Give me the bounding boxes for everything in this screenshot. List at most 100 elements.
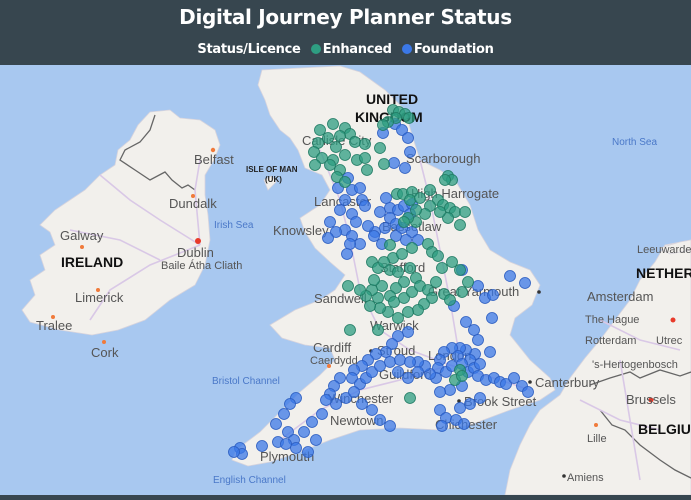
foundation-point[interactable] — [374, 206, 386, 218]
foundation-point[interactable] — [334, 204, 346, 216]
enhanced-point[interactable] — [342, 280, 354, 292]
enhanced-point[interactable] — [327, 118, 339, 130]
enhanced-point[interactable] — [444, 294, 456, 306]
enhanced-point[interactable] — [368, 274, 380, 286]
foundation-point[interactable] — [354, 238, 366, 250]
foundation-point[interactable] — [402, 132, 414, 144]
enhanced-point[interactable] — [404, 392, 416, 404]
enhanced-point[interactable] — [454, 219, 466, 231]
foundation-point[interactable] — [402, 372, 414, 384]
foundation-point[interactable] — [404, 146, 416, 158]
enhanced-point[interactable] — [456, 286, 468, 298]
foundation-point[interactable] — [359, 200, 371, 212]
enhanced-point[interactable] — [439, 174, 451, 186]
enhanced-point[interactable] — [436, 262, 448, 274]
foundation-point[interactable] — [472, 280, 484, 292]
enhanced-point[interactable] — [354, 284, 366, 296]
enhanced-point[interactable] — [330, 141, 342, 153]
foundation-point[interactable] — [412, 366, 424, 378]
enhanced-point[interactable] — [374, 142, 386, 154]
enhanced-point[interactable] — [349, 136, 361, 148]
foundation-point[interactable] — [228, 446, 240, 458]
enhanced-point[interactable] — [398, 216, 410, 228]
foundation-point[interactable] — [366, 404, 378, 416]
enhanced-point[interactable] — [309, 159, 321, 171]
foundation-point[interactable] — [320, 394, 332, 406]
foundation-point[interactable] — [362, 220, 374, 232]
enhanced-point[interactable] — [454, 264, 466, 276]
enhanced-point[interactable] — [344, 324, 356, 336]
enhanced-point[interactable] — [396, 248, 408, 260]
enhanced-point[interactable] — [392, 266, 404, 278]
foundation-point[interactable] — [380, 346, 392, 358]
foundation-point[interactable] — [374, 414, 386, 426]
enhanced-point[interactable] — [432, 250, 444, 262]
enhanced-point[interactable] — [364, 300, 376, 312]
enhanced-point[interactable] — [404, 262, 416, 274]
legend-foundation-label[interactable]: Foundation — [414, 42, 494, 57]
foundation-point[interactable] — [354, 182, 366, 194]
enhanced-point[interactable] — [384, 239, 396, 251]
enhanced-point[interactable] — [404, 194, 416, 206]
foundation-point[interactable] — [310, 434, 322, 446]
enhanced-point[interactable] — [334, 130, 346, 142]
enhanced-point[interactable] — [378, 158, 390, 170]
foundation-point[interactable] — [270, 418, 282, 430]
enhanced-point[interactable] — [359, 138, 371, 150]
foundation-point[interactable] — [380, 192, 392, 204]
foundation-point[interactable] — [290, 442, 302, 454]
foundation-point[interactable] — [339, 194, 351, 206]
enhanced-point[interactable] — [434, 206, 446, 218]
enhanced-point[interactable] — [392, 312, 404, 324]
map-canvas[interactable]: UNITED KINGDOM IRELAND ISLE OF MAN (UK) … — [0, 65, 691, 495]
enhanced-point[interactable] — [424, 184, 436, 196]
foundation-point[interactable] — [464, 398, 476, 410]
foundation-point[interactable] — [402, 326, 414, 338]
foundation-point[interactable] — [374, 360, 386, 372]
foundation-point[interactable] — [302, 446, 314, 458]
enhanced-point[interactable] — [430, 276, 442, 288]
foundation-point[interactable] — [486, 312, 498, 324]
enhanced-point[interactable] — [322, 132, 334, 144]
foundation-point[interactable] — [454, 402, 466, 414]
enhanced-point[interactable] — [339, 176, 351, 188]
foundation-point[interactable] — [284, 398, 296, 410]
foundation-point[interactable] — [458, 418, 470, 430]
enhanced-point[interactable] — [377, 119, 389, 131]
foundation-point[interactable] — [256, 440, 268, 452]
enhanced-point[interactable] — [459, 206, 471, 218]
foundation-point[interactable] — [468, 324, 480, 336]
foundation-point[interactable] — [484, 346, 496, 358]
foundation-point[interactable] — [444, 384, 456, 396]
legend-enhanced-label[interactable]: Enhanced — [323, 42, 392, 57]
foundation-point[interactable] — [324, 216, 336, 228]
enhanced-point[interactable] — [388, 296, 400, 308]
foundation-point[interactable] — [348, 386, 360, 398]
foundation-point[interactable] — [472, 334, 484, 346]
enhanced-point[interactable] — [402, 306, 414, 318]
enhanced-point[interactable] — [374, 302, 386, 314]
enhanced-point[interactable] — [339, 149, 351, 161]
foundation-point[interactable] — [436, 420, 448, 432]
foundation-point[interactable] — [394, 354, 406, 366]
enhanced-point[interactable] — [359, 152, 371, 164]
enhanced-point[interactable] — [412, 304, 424, 316]
foundation-point[interactable] — [474, 358, 486, 370]
foundation-point[interactable] — [384, 420, 396, 432]
foundation-point[interactable] — [379, 222, 391, 234]
foundation-point[interactable] — [388, 157, 400, 169]
enhanced-point[interactable] — [324, 159, 336, 171]
enhanced-point[interactable] — [456, 370, 468, 382]
foundation-point[interactable] — [330, 398, 342, 410]
foundation-point[interactable] — [350, 216, 362, 228]
foundation-point[interactable] — [392, 366, 404, 378]
foundation-point[interactable] — [487, 289, 499, 301]
foundation-point[interactable] — [434, 386, 446, 398]
foundation-point[interactable] — [519, 277, 531, 289]
enhanced-point[interactable] — [403, 112, 415, 124]
foundation-point[interactable] — [298, 426, 310, 438]
foundation-point[interactable] — [316, 408, 328, 420]
foundation-point[interactable] — [341, 248, 353, 260]
enhanced-point[interactable] — [462, 276, 474, 288]
foundation-point[interactable] — [278, 408, 290, 420]
